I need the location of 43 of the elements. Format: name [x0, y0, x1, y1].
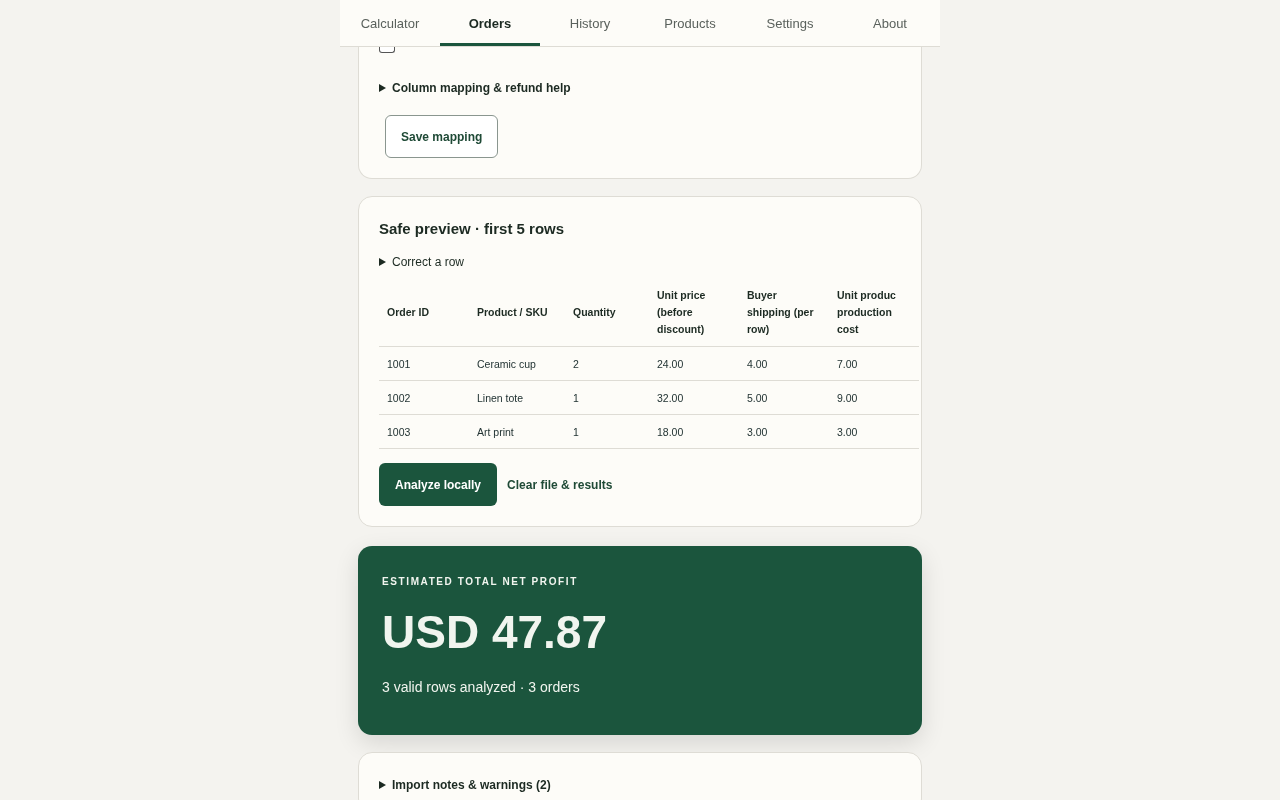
card-title: Safe preview · first 5 rows — [379, 220, 566, 237]
caret-icon — [379, 258, 386, 266]
table-cell: 5.00 — [739, 380, 829, 415]
profit-value: USD 47.87 — [382, 605, 608, 659]
nav-tab[interactable]: Products — [640, 0, 740, 46]
table-cell: 24.00 — [649, 346, 739, 381]
column-header: Product / SKU — [469, 279, 565, 347]
column-header: Quantity — [565, 279, 649, 347]
table-cell: 18.00 — [649, 414, 739, 449]
profit-summary: 3 valid rows analyzed · 3 orders — [382, 679, 581, 695]
table-cell: 4.00 — [739, 346, 829, 381]
column-header: Unit price (before discount) — [649, 279, 739, 347]
table-cell: 3.00 — [829, 414, 919, 449]
table-cell: 1003 — [379, 414, 469, 449]
caret-icon — [379, 84, 386, 92]
table-cell: 1002 — [379, 380, 469, 415]
column-header: Buyer shipping (per row) — [739, 279, 829, 347]
notes-disclosure[interactable]: Import notes & warnings (2) — [379, 778, 901, 792]
table-cell: 1 — [565, 414, 649, 449]
nav-tab[interactable]: History — [540, 0, 640, 46]
table-cell: 9.00 — [829, 380, 919, 415]
table-cell: Linen tote — [469, 380, 565, 415]
help-disclosure[interactable]: Column mapping & refund help — [379, 81, 901, 95]
caret-icon — [379, 781, 386, 789]
analyze-button[interactable]: Analyze locally — [379, 463, 498, 506]
table-cell: 32.00 — [649, 380, 739, 415]
nav-tab[interactable]: About — [840, 0, 940, 46]
table-cell: 2 — [565, 346, 649, 381]
table-cell: Art print — [469, 414, 565, 449]
table-cell: Ceramic cup — [469, 346, 565, 381]
column-header: Unit produc production cost — [829, 279, 919, 347]
profit-label: ESTIMATED TOTAL NET PROFIT — [382, 576, 579, 587]
table-cell: 1001 — [379, 346, 469, 381]
nav-tab[interactable]: Settings — [740, 0, 840, 46]
checkbox[interactable] — [379, 47, 395, 53]
column-header: Order ID — [379, 279, 469, 347]
correct-row-disclosure[interactable]: Correct a row — [379, 255, 901, 269]
save-mapping-button[interactable]: Save mapping — [385, 115, 499, 158]
clear-link[interactable]: Clear file & results — [507, 477, 613, 492]
table-cell: 1 — [565, 380, 649, 415]
table-cell: 3.00 — [739, 414, 829, 449]
table-cell: 7.00 — [829, 346, 919, 381]
nav-tab[interactable]: Calculator — [340, 0, 440, 46]
